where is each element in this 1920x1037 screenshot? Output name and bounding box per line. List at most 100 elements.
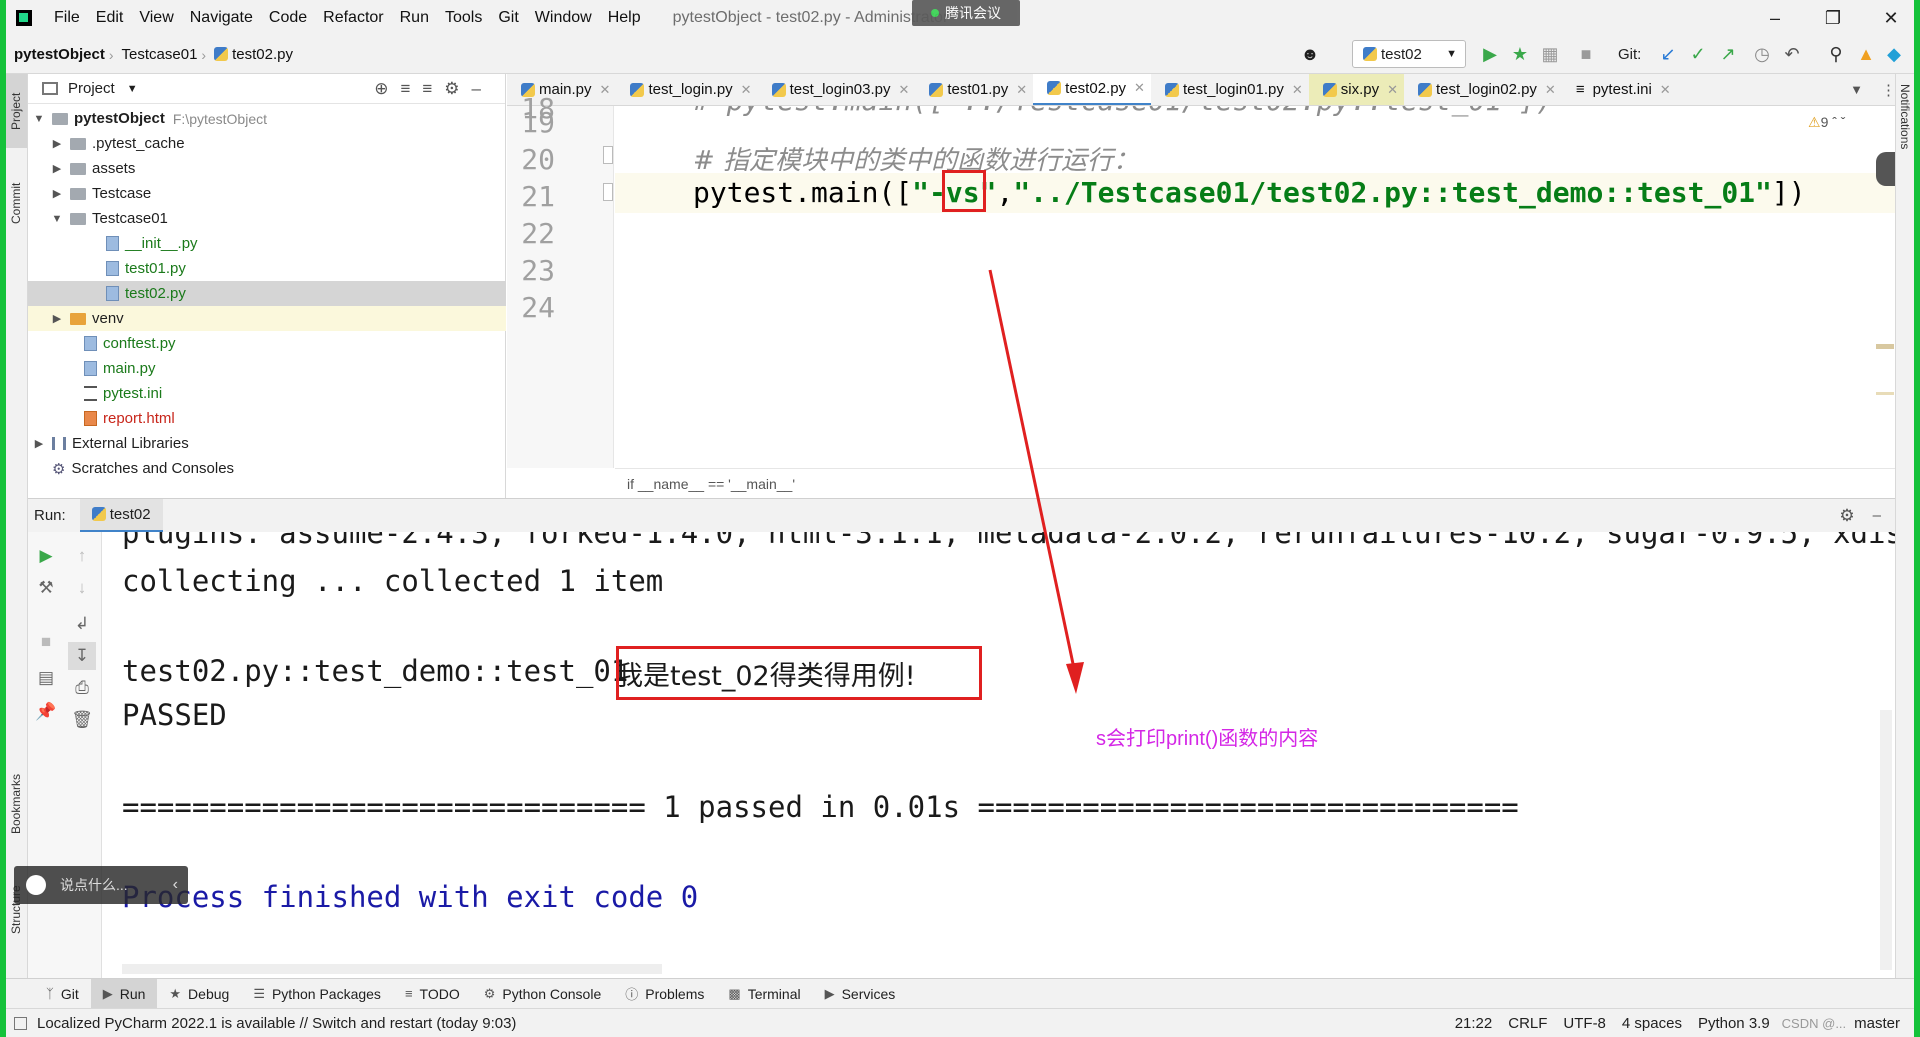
print-icon[interactable]: ⎙ bbox=[68, 674, 96, 702]
tree-item-main-py[interactable]: main.py bbox=[28, 356, 506, 381]
tool-debug[interactable]: ★ Debug bbox=[157, 979, 241, 1009]
hide-icon[interactable]: – bbox=[1873, 507, 1881, 524]
update-icon[interactable]: ▲ bbox=[1852, 40, 1880, 68]
tool-todo[interactable]: ≡ TODO bbox=[393, 979, 472, 1009]
scroll-to-end-icon[interactable]: ↧ bbox=[68, 642, 96, 670]
debug-icon[interactable]: ★ bbox=[1506, 40, 1534, 68]
tree-item-conftest-py[interactable]: conftest.py bbox=[28, 331, 506, 356]
tree-item-pytest-cache[interactable]: ▶ .pytest_cache bbox=[28, 131, 506, 156]
jetbrains-icon[interactable]: ◆ bbox=[1880, 40, 1908, 68]
line-separator[interactable]: CRLF bbox=[1508, 1015, 1547, 1032]
hide-icon[interactable]: – bbox=[472, 79, 493, 98]
tree-item-init-py[interactable]: __init__.py bbox=[28, 231, 506, 256]
tab-test-login-py[interactable]: test_login.py ✕ bbox=[616, 74, 757, 105]
bookmarks-tool-label[interactable]: Bookmarks bbox=[9, 774, 23, 834]
emoji-icon[interactable] bbox=[26, 875, 46, 895]
close-icon[interactable]: ✕ bbox=[1016, 82, 1027, 98]
git-push-icon[interactable]: ↗ bbox=[1714, 40, 1742, 68]
wrench-icon[interactable]: ⚒ bbox=[32, 574, 60, 602]
tree-item-assets[interactable]: ▶ assets bbox=[28, 156, 506, 181]
console-scrollbar[interactable] bbox=[1880, 710, 1892, 970]
code-editor[interactable]: # pytest.main(["../Testcase01/test02.py:… bbox=[615, 106, 1895, 468]
breadcrumb-file[interactable]: test02.py bbox=[206, 46, 297, 63]
user-account-icon[interactable]: ☻ bbox=[1296, 40, 1324, 68]
warnings-indicator[interactable]: ⚠9 ˆ ˇ bbox=[1808, 114, 1845, 131]
tool-python-console[interactable]: ⚙ Python Console bbox=[472, 979, 614, 1009]
chevron-left-icon[interactable]: ‹ bbox=[173, 876, 178, 894]
tab-pytest-ini[interactable]: ≡ pytest.ini ✕ bbox=[1562, 74, 1677, 105]
chevron-right-icon[interactable]: ▶ bbox=[50, 312, 64, 325]
menu-tools[interactable]: Tools bbox=[437, 9, 490, 27]
fold-marker-icon[interactable] bbox=[603, 146, 613, 164]
minimize-button[interactable]: – bbox=[1752, 0, 1798, 36]
chevron-down-icon[interactable]: ▼ bbox=[50, 213, 64, 225]
menu-git[interactable]: Git bbox=[490, 9, 526, 27]
down-arrow-icon[interactable]: ↓ bbox=[68, 574, 96, 602]
tool-services[interactable]: ▶ Services bbox=[813, 979, 908, 1009]
status-panel-toggle-icon[interactable] bbox=[14, 1016, 27, 1030]
project-tool-label[interactable]: Project bbox=[9, 93, 23, 130]
git-branch[interactable]: master bbox=[1854, 1015, 1900, 1032]
tool-git[interactable]: ᛉ Git bbox=[34, 979, 91, 1009]
locate-icon[interactable]: ⊕ bbox=[374, 79, 400, 98]
chevron-down-icon[interactable]: ▼ bbox=[32, 113, 46, 125]
indent-setting[interactable]: 4 spaces bbox=[1622, 1015, 1682, 1032]
close-icon[interactable]: ✕ bbox=[1387, 82, 1398, 98]
tab-test02-py[interactable]: test02.py ✕ bbox=[1033, 74, 1151, 105]
menu-window[interactable]: Window bbox=[527, 9, 600, 27]
more-icon[interactable]: ⋮ bbox=[1881, 81, 1896, 99]
git-update-icon[interactable]: ↙ bbox=[1654, 40, 1682, 68]
notification-tab[interactable] bbox=[1876, 152, 1895, 186]
run-configuration-select[interactable]: test02 ▼ bbox=[1352, 40, 1466, 68]
chat-overlay[interactable]: 说点什么... ‹ bbox=[14, 866, 188, 904]
chevron-right-icon[interactable]: ▶ bbox=[50, 162, 64, 175]
tree-item-report-html[interactable]: report.html bbox=[28, 406, 506, 431]
meeting-overlay[interactable]: 腾讯会议 bbox=[912, 0, 1020, 26]
menu-refactor[interactable]: Refactor bbox=[315, 9, 391, 27]
menu-help[interactable]: Help bbox=[600, 9, 649, 27]
tree-item-pytest-ini[interactable]: pytest.ini bbox=[28, 381, 506, 406]
tree-item-test01-py[interactable]: test01.py bbox=[28, 256, 506, 281]
close-window-button[interactable]: ✕ bbox=[1868, 0, 1914, 36]
console-horizontal-scrollbar[interactable] bbox=[122, 964, 662, 974]
commit-tool-label[interactable]: Commit bbox=[9, 183, 23, 224]
pin-icon[interactable]: 📌 bbox=[32, 698, 60, 726]
close-icon[interactable]: ✕ bbox=[898, 82, 909, 98]
menu-run[interactable]: Run bbox=[392, 9, 437, 27]
stop-icon[interactable]: ■ bbox=[32, 628, 60, 656]
close-icon[interactable]: ✕ bbox=[1660, 82, 1671, 98]
tree-item-external-libraries[interactable]: ▶ External Libraries bbox=[28, 431, 506, 456]
tab-test-login02-py[interactable]: test_login02.py ✕ bbox=[1404, 74, 1562, 105]
search-icon[interactable]: ⚲ bbox=[1822, 40, 1850, 68]
tool-terminal[interactable]: ▩ Terminal bbox=[716, 979, 812, 1009]
chevron-right-icon[interactable]: ▶ bbox=[50, 137, 64, 150]
chat-input-placeholder[interactable]: 说点什么... bbox=[60, 875, 128, 895]
trash-icon[interactable]: 🗑 bbox=[68, 706, 96, 734]
editor-breadcrumb[interactable]: if __name__ == '__main__' bbox=[615, 468, 1895, 498]
fold-marker-icon[interactable] bbox=[603, 183, 613, 201]
history-icon[interactable]: ◷ bbox=[1748, 40, 1776, 68]
run-icon[interactable]: ▶ bbox=[1476, 40, 1504, 68]
tool-run[interactable]: ▶ Run bbox=[90, 978, 158, 1009]
tree-item-testcase01[interactable]: ▼ Testcase01 bbox=[28, 206, 506, 231]
tree-item-project-root[interactable]: ▼ pytestObject F:\pytestObject bbox=[28, 106, 506, 131]
chevron-right-icon[interactable]: ▶ bbox=[32, 437, 46, 450]
chevron-right-icon[interactable]: ▶ bbox=[50, 187, 64, 200]
rollback-icon[interactable]: ↶ bbox=[1778, 40, 1806, 68]
menu-view[interactable]: View bbox=[131, 9, 181, 27]
python-interpreter[interactable]: Python 3.9 bbox=[1698, 1015, 1770, 1032]
close-icon[interactable]: ✕ bbox=[600, 82, 611, 98]
caret-position[interactable]: 21:22 bbox=[1455, 1015, 1493, 1032]
git-commit-icon[interactable]: ✓ bbox=[1684, 40, 1712, 68]
collapse-all-icon[interactable]: ≡ bbox=[422, 79, 444, 98]
status-message[interactable]: Localized PyCharm 2022.1 is available //… bbox=[37, 1015, 516, 1032]
breadcrumb-project[interactable]: pytestObject bbox=[6, 46, 109, 63]
tab-test01-py[interactable]: test01.py ✕ bbox=[915, 74, 1033, 105]
tab-test-login03-py[interactable]: test_login03.py ✕ bbox=[758, 74, 916, 105]
gear-icon[interactable]: ⚙ bbox=[444, 79, 471, 98]
stop-icon[interactable]: ■ bbox=[1572, 40, 1600, 68]
breadcrumb-folder[interactable]: Testcase01 bbox=[114, 46, 202, 63]
tree-item-venv[interactable]: ▶ venv bbox=[28, 306, 506, 331]
expand-all-icon[interactable]: ≡ bbox=[400, 79, 422, 98]
tab-list-chevron-icon[interactable]: ▼ bbox=[1850, 82, 1863, 97]
